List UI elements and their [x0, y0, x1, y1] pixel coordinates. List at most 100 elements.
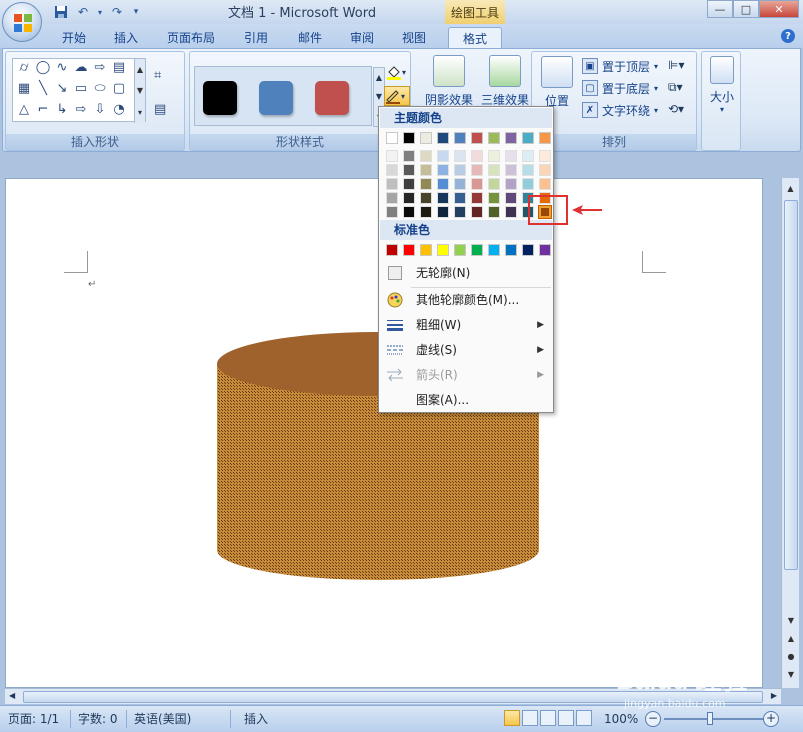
circle-shape-icon[interactable]: ◯ — [35, 61, 51, 75]
table-shape-icon[interactable]: ▦ — [16, 82, 32, 96]
next-page-icon[interactable]: ▼ — [783, 666, 799, 682]
theme-color-shade-swatch[interactable] — [471, 150, 483, 162]
oval-shape-icon[interactable]: ⬭ — [92, 82, 108, 96]
vertical-scrollbar[interactable]: ▲ ▼ ▲ ● ▼ — [781, 178, 799, 688]
standard-color-swatch[interactable] — [471, 244, 483, 256]
tab-view[interactable]: 视图 — [392, 27, 436, 48]
tab-insert[interactable]: 插入 — [104, 27, 148, 48]
send-to-back-button[interactable]: ▢ 置于底层 ▾ — [582, 78, 658, 98]
theme-color-shade-swatch[interactable] — [437, 206, 449, 218]
outline-view-button[interactable] — [558, 710, 574, 726]
theme-color-shade-swatch[interactable] — [488, 178, 500, 190]
theme-color-shade-swatch[interactable] — [420, 206, 432, 218]
theme-color-shade-swatch[interactable] — [403, 150, 415, 162]
word-count[interactable]: 字数: 0 — [78, 711, 118, 727]
theme-color-swatch[interactable] — [488, 132, 500, 144]
dashes-item[interactable]: 虚线(S) ▶ — [380, 338, 552, 362]
bring-to-front-button[interactable]: ▣ 置于顶层 ▾ — [582, 56, 658, 76]
theme-color-shade-swatch[interactable] — [488, 206, 500, 218]
tab-format[interactable]: 格式 — [448, 27, 502, 48]
theme-color-swatch[interactable] — [471, 132, 483, 144]
textbox-shape-icon[interactable]: ▤ — [111, 61, 127, 75]
cloud-shape-icon[interactable]: ☁ — [73, 61, 89, 75]
customize-qat-icon[interactable]: ▾ — [130, 3, 142, 21]
3d-effects-button[interactable]: 三维效果 — [479, 55, 531, 108]
theme-color-shade-swatch[interactable] — [420, 192, 432, 204]
maximize-button[interactable]: □ — [733, 0, 759, 18]
zoom-out-button[interactable]: − — [645, 711, 661, 727]
theme-color-shade-swatch[interactable] — [454, 150, 466, 162]
style-swatch-blue[interactable] — [259, 81, 293, 115]
insert-mode[interactable]: 插入 — [244, 711, 268, 727]
theme-color-shade-swatch[interactable] — [505, 178, 517, 190]
zoom-slider-thumb[interactable] — [707, 712, 713, 725]
theme-color-shade-swatch[interactable] — [403, 178, 415, 190]
theme-color-swatch[interactable] — [505, 132, 517, 144]
triangle-shape-icon[interactable]: △ — [16, 103, 32, 117]
standard-color-swatch[interactable] — [539, 244, 551, 256]
theme-color-shade-swatch[interactable] — [403, 164, 415, 176]
previous-page-icon[interactable]: ▲ — [783, 630, 799, 646]
tab-home[interactable]: 开始 — [52, 27, 96, 48]
theme-color-shade-swatch[interactable] — [403, 206, 415, 218]
text-wrapping-button[interactable]: ✗ 文字环绕 ▾ — [582, 100, 658, 120]
scroll-up-icon[interactable]: ▲ — [783, 180, 799, 196]
tab-references[interactable]: 引用 — [234, 27, 278, 48]
theme-color-shade-swatch[interactable] — [437, 178, 449, 190]
more-icon[interactable]: ▾ — [138, 108, 142, 117]
theme-color-swatch[interactable] — [437, 132, 449, 144]
theme-color-swatch[interactable] — [403, 132, 415, 144]
theme-color-swatch[interactable] — [386, 132, 398, 144]
web-layout-view-button[interactable] — [540, 710, 556, 726]
full-screen-reading-view-button[interactable] — [522, 710, 538, 726]
standard-color-swatch[interactable] — [488, 244, 500, 256]
shape-fill-button[interactable]: ▾ — [386, 62, 410, 82]
office-button[interactable] — [2, 2, 42, 42]
theme-color-shade-swatch[interactable] — [386, 178, 398, 190]
rectangle-shape-icon[interactable]: ▭ — [73, 82, 89, 96]
theme-color-shade-swatch[interactable] — [454, 178, 466, 190]
cylinder-shape-icon[interactable]: ⌭ — [16, 61, 32, 75]
redo-icon[interactable]: ↷ — [108, 3, 126, 21]
theme-color-shade-swatch[interactable] — [471, 206, 483, 218]
scroll-down-icon[interactable]: ▼ — [137, 86, 143, 95]
scroll-left-icon[interactable]: ◀ — [9, 691, 15, 700]
vertical-scroll-thumb[interactable] — [784, 200, 798, 570]
theme-color-shade-swatch[interactable] — [386, 164, 398, 176]
position-button[interactable]: 位置 — [536, 56, 578, 109]
theme-color-shade-swatch[interactable] — [420, 150, 432, 162]
shape-gallery-scroll[interactable]: ▲ ▼ ▾ — [134, 59, 145, 123]
theme-color-shade-swatch[interactable] — [505, 150, 517, 162]
browse-object-icon[interactable]: ● — [783, 648, 799, 664]
undo-icon[interactable]: ↶ — [74, 3, 92, 21]
theme-color-swatch[interactable] — [454, 132, 466, 144]
pattern-item[interactable]: 图案(A)... — [380, 388, 552, 412]
scroll-down-icon[interactable]: ▼ — [783, 612, 799, 628]
tab-mailings[interactable]: 邮件 — [288, 27, 332, 48]
print-layout-view-button[interactable] — [504, 710, 520, 726]
shadow-effects-button[interactable]: 阴影效果 — [423, 55, 475, 108]
theme-color-shade-swatch[interactable] — [522, 150, 534, 162]
theme-color-shade-swatch[interactable] — [437, 192, 449, 204]
size-button[interactable]: 大小 ▾ — [706, 56, 738, 114]
theme-color-shade-swatch[interactable] — [539, 150, 551, 162]
theme-color-shade-swatch[interactable] — [522, 178, 534, 190]
standard-color-swatch[interactable] — [386, 244, 398, 256]
theme-color-shade-swatch[interactable] — [539, 178, 551, 190]
theme-color-swatch[interactable] — [522, 132, 534, 144]
theme-color-shade-swatch[interactable] — [386, 150, 398, 162]
shape-style-gallery[interactable]: ▲ ▼ ▾ — [194, 66, 385, 127]
shape-gallery[interactable]: ⌭ ◯ ∿ ☁ ⇨ ▤ ▦ ╲ ↘ ▭ ⬭ ▢ △ ⌐ ↳ ⇨ ⇩ ◔ ▲ ▼ … — [12, 58, 146, 123]
right-arrow-shape-icon[interactable]: ⇨ — [73, 103, 89, 117]
theme-color-shade-swatch[interactable] — [488, 192, 500, 204]
standard-color-swatch[interactable] — [454, 244, 466, 256]
theme-color-shade-swatch[interactable] — [471, 164, 483, 176]
elbow-arrow-shape-icon[interactable]: ↳ — [54, 103, 70, 117]
theme-color-shade-swatch[interactable] — [386, 206, 398, 218]
theme-color-shade-swatch[interactable] — [488, 164, 500, 176]
more-outline-colors-item[interactable]: 其他轮廓颜色(M)... — [380, 288, 552, 312]
standard-color-swatch[interactable] — [505, 244, 517, 256]
theme-color-shade-swatch[interactable] — [539, 164, 551, 176]
language[interactable]: 英语(美国) — [134, 711, 191, 727]
scroll-right-icon[interactable]: ▶ — [771, 691, 777, 700]
